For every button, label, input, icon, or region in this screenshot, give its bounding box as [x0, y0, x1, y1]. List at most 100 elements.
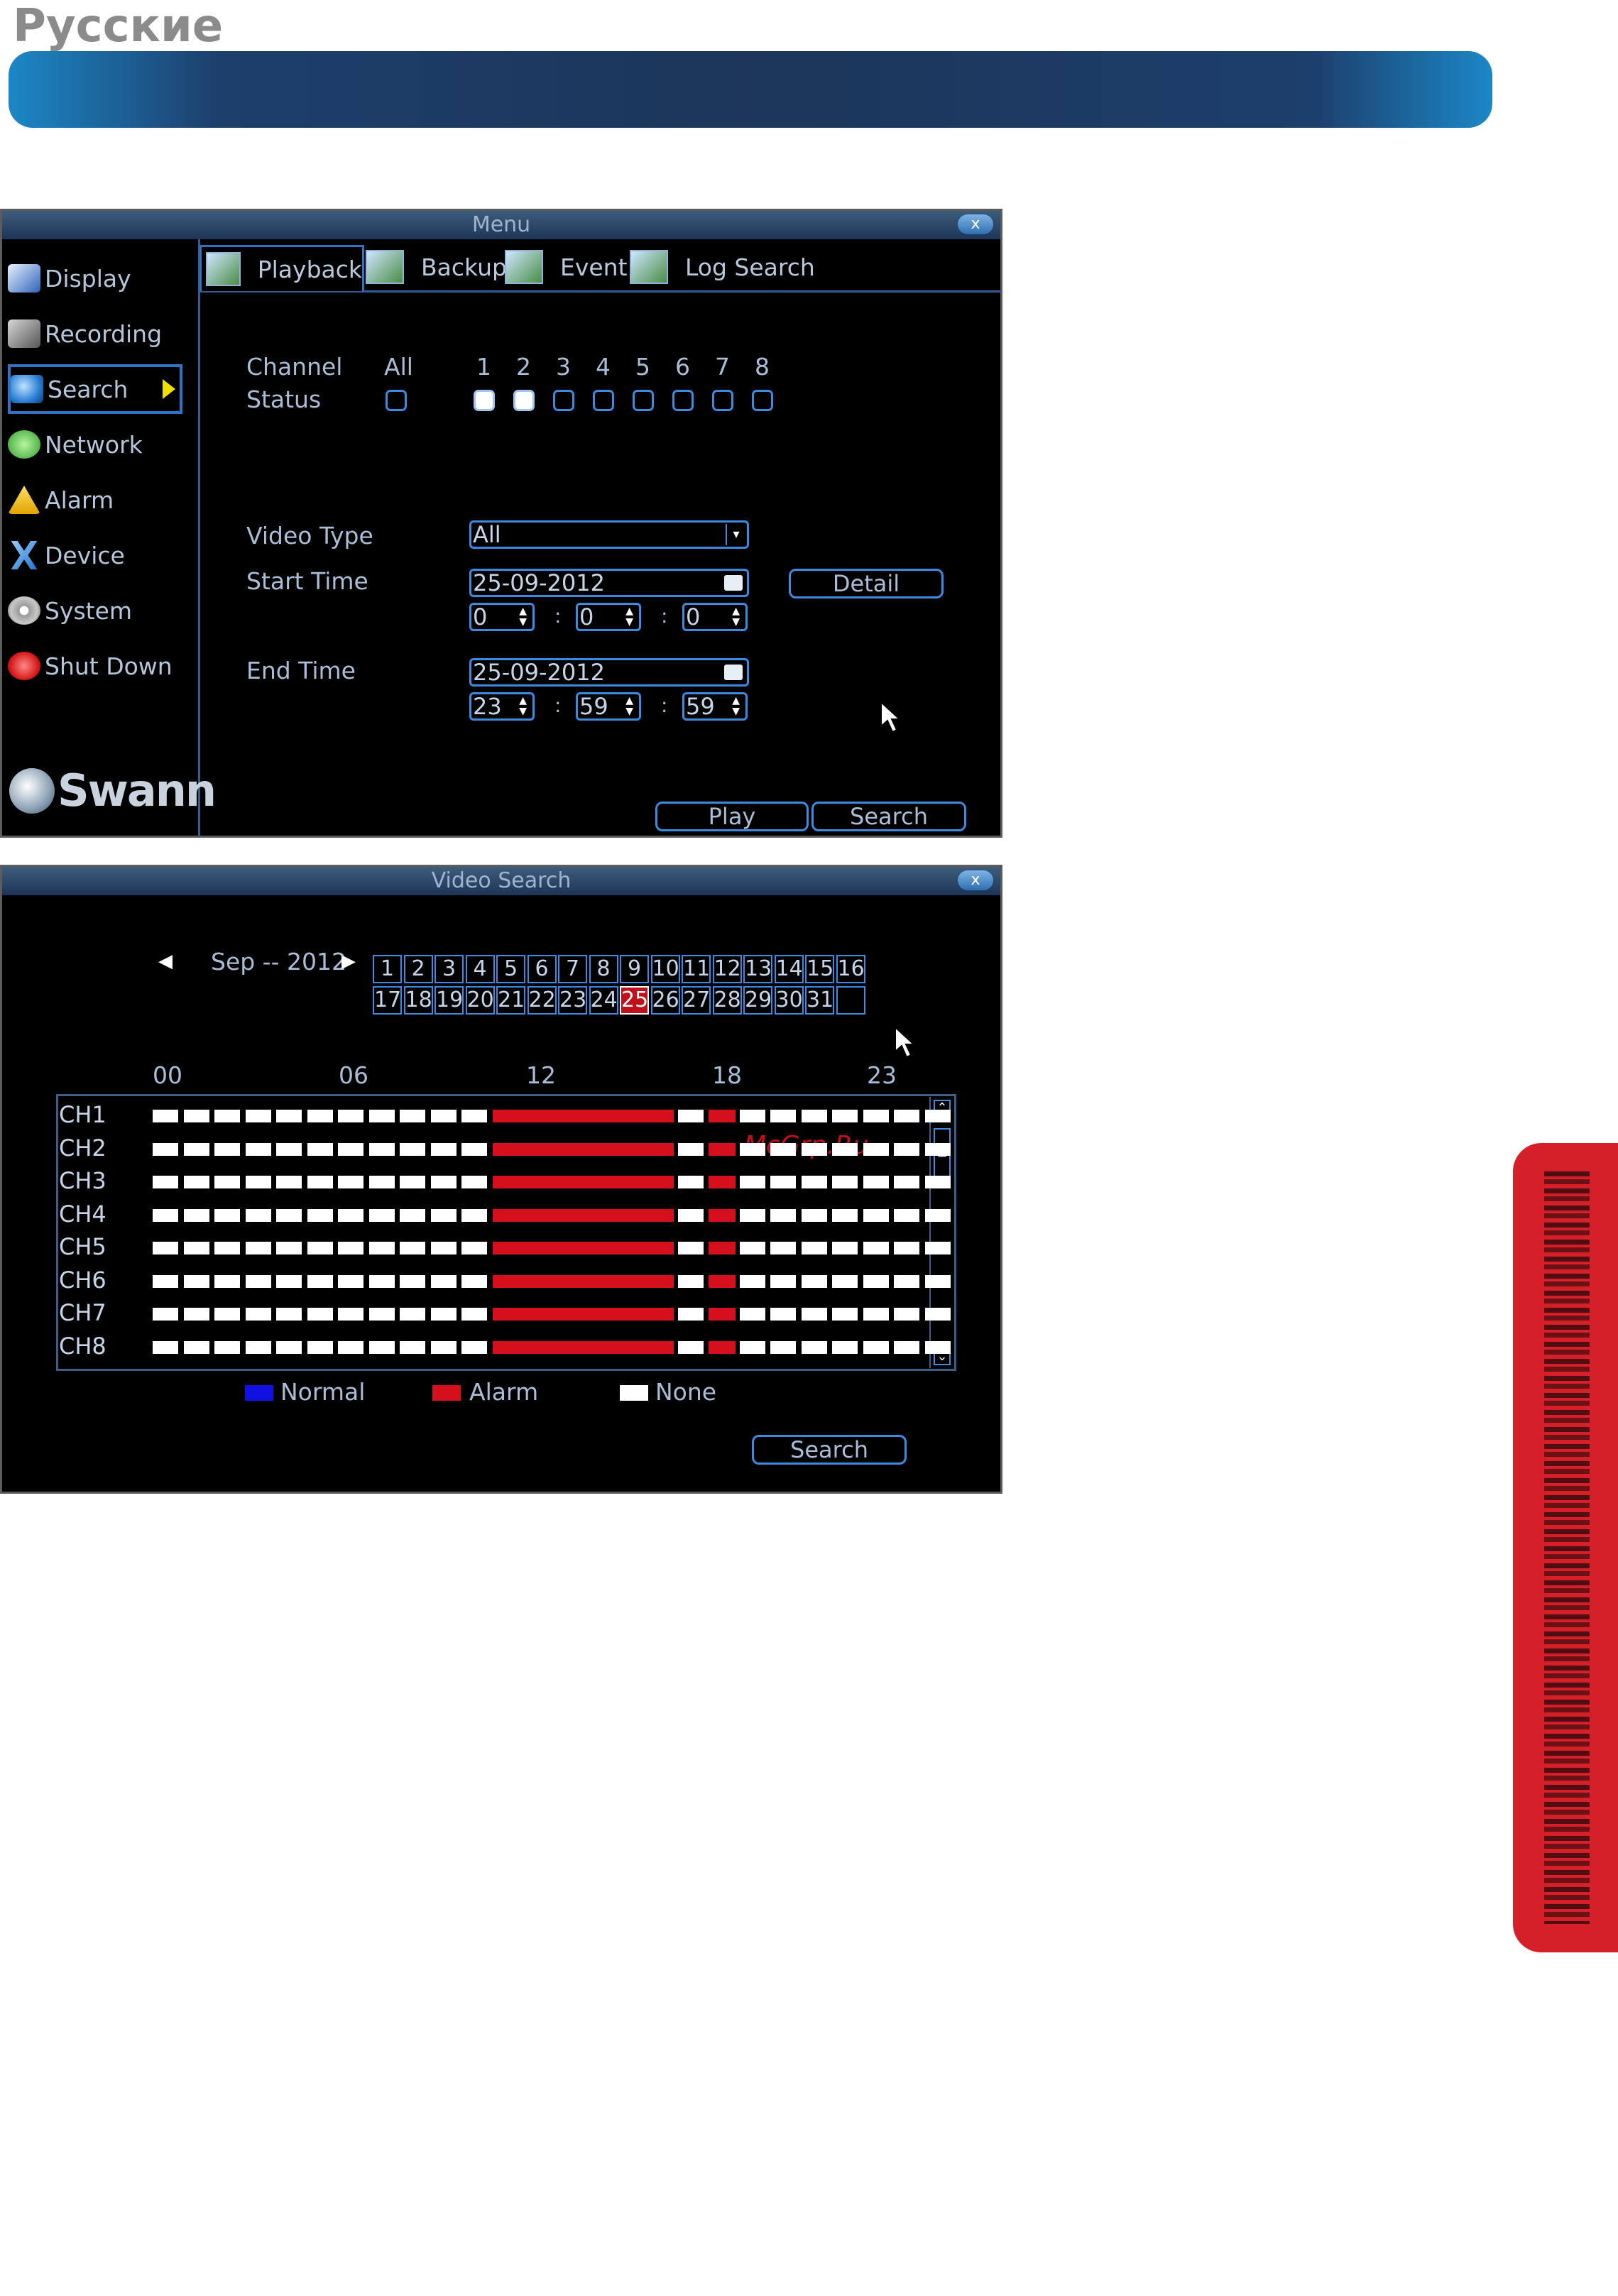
timeline-slot-none[interactable] — [245, 1208, 271, 1222]
timeline-slot-alarm[interactable] — [554, 1176, 586, 1188]
timeline-slot-none[interactable] — [461, 1340, 487, 1354]
calendar-day[interactable]: 27 — [682, 986, 711, 1015]
timeline-slot-none[interactable] — [770, 1340, 796, 1354]
timeline-slot-alarm[interactable] — [616, 1340, 647, 1354]
timeline-slot-none[interactable] — [739, 1208, 765, 1222]
calendar-day[interactable]: 11 — [682, 955, 711, 983]
calendar-day[interactable]: 31 — [805, 986, 834, 1015]
timeline-slot-none[interactable] — [801, 1340, 827, 1354]
timeline-slot-none[interactable] — [770, 1308, 796, 1321]
timeline-slot-none[interactable] — [430, 1176, 457, 1188]
stepper-arrows-icon[interactable]: ▲ ▼ — [519, 606, 527, 628]
timeline-slot-alarm[interactable] — [647, 1208, 674, 1222]
timeline-slot-none[interactable] — [770, 1176, 796, 1188]
timeline-slot-none[interactable] — [307, 1176, 333, 1188]
timeline-slot-none[interactable] — [924, 1340, 951, 1354]
timeline-slot-none[interactable] — [153, 1176, 178, 1188]
timeline-slot-none[interactable] — [894, 1242, 919, 1254]
timeline-slot-none[interactable] — [368, 1308, 395, 1321]
calendar-day[interactable]: 28 — [712, 986, 742, 1015]
timeline-slot-alarm[interactable] — [709, 1340, 736, 1354]
calendar-day[interactable]: 26 — [650, 986, 680, 1015]
timeline-slot-none[interactable] — [368, 1340, 395, 1354]
sidebar-item-search[interactable]: Search — [8, 364, 182, 414]
timeline-slot-none[interactable] — [153, 1110, 178, 1122]
channel-8-checkbox[interactable] — [752, 390, 773, 411]
tab-backup[interactable]: Backup — [366, 245, 507, 289]
timeline-slot-none[interactable] — [924, 1176, 951, 1188]
timeline-slot-none[interactable] — [832, 1340, 858, 1354]
timeline-slot-none[interactable] — [739, 1110, 765, 1122]
timeline-slot-none[interactable] — [245, 1110, 271, 1122]
timeline-slot-none[interactable] — [307, 1142, 333, 1156]
timeline-slot-none[interactable] — [924, 1110, 951, 1122]
timeline-slot-none[interactable] — [739, 1308, 765, 1321]
timeline-slot-none[interactable] — [245, 1242, 271, 1254]
calendar-day[interactable]: 10 — [650, 955, 680, 983]
timeline-slot-none[interactable] — [863, 1208, 889, 1222]
calendar-day[interactable]: 20 — [465, 986, 495, 1015]
timeline-slot-none[interactable] — [368, 1274, 395, 1288]
timeline-slot-alarm[interactable] — [523, 1176, 554, 1188]
timeline-slot-alarm[interactable] — [709, 1308, 736, 1321]
timeline-slot-alarm[interactable] — [647, 1176, 674, 1188]
start-hour-stepper[interactable]: 0 ▲ ▼ — [469, 603, 535, 631]
timeline-slot-alarm[interactable] — [523, 1274, 554, 1288]
timeline-slot-alarm[interactable] — [492, 1208, 524, 1222]
timeline-slot-alarm[interactable] — [585, 1340, 616, 1354]
timeline-slot-alarm[interactable] — [709, 1242, 736, 1254]
timeline-slot-none[interactable] — [245, 1274, 271, 1288]
timeline-slot-alarm[interactable] — [492, 1110, 524, 1122]
timeline-slot-none[interactable] — [307, 1340, 333, 1354]
timeline-slot-alarm[interactable] — [554, 1308, 586, 1321]
timeline-slot-alarm[interactable] — [647, 1110, 674, 1122]
channel-7-checkbox[interactable] — [712, 390, 733, 411]
timeline-slot-none[interactable] — [153, 1340, 178, 1354]
calendar-day[interactable]: 5 — [496, 955, 525, 983]
timeline-slot-none[interactable] — [400, 1274, 425, 1288]
timeline-slot-none[interactable] — [338, 1274, 363, 1288]
close-icon[interactable]: x — [958, 214, 993, 234]
end-minute-stepper[interactable]: 59 ▲ ▼ — [576, 692, 641, 721]
channel-5-checkbox[interactable] — [633, 390, 654, 411]
timeline-slot-none[interactable] — [368, 1142, 395, 1156]
timeline-slot-none[interactable] — [461, 1274, 487, 1288]
timeline-slot-none[interactable] — [924, 1242, 951, 1254]
timeline-slot-alarm[interactable] — [616, 1176, 647, 1188]
timeline-slot-none[interactable] — [307, 1242, 333, 1254]
timeline-slot-none[interactable] — [183, 1340, 209, 1354]
timeline-slot-alarm[interactable] — [523, 1308, 554, 1321]
timeline-slot-none[interactable] — [214, 1176, 240, 1188]
timeline-slot-none[interactable] — [832, 1176, 858, 1188]
calendar-icon[interactable] — [724, 575, 743, 591]
tab-playback[interactable]: Playback — [199, 245, 364, 291]
channel-1-checkbox[interactable] — [474, 390, 495, 411]
timeline-slot-none[interactable] — [307, 1208, 333, 1222]
timeline-slot-none[interactable] — [338, 1110, 363, 1122]
play-button[interactable]: Play — [655, 802, 809, 831]
calendar-day[interactable]: 9 — [620, 955, 649, 983]
timeline-slot-alarm[interactable] — [554, 1242, 586, 1254]
timeline-slot-none[interactable] — [677, 1110, 704, 1122]
timeline-slot-none[interactable] — [214, 1274, 240, 1288]
sidebar-item-network[interactable]: Network — [8, 420, 182, 469]
timeline-slot-none[interactable] — [338, 1308, 363, 1321]
calendar-day[interactable]: 29 — [743, 986, 772, 1015]
timeline-slot-alarm[interactable] — [492, 1274, 524, 1288]
timeline-slot-alarm[interactable] — [709, 1110, 736, 1122]
timeline-slot-none[interactable] — [894, 1142, 919, 1156]
timeline-slot-none[interactable] — [153, 1208, 178, 1222]
timeline-slot-none[interactable] — [863, 1308, 889, 1321]
timeline-slot-none[interactable] — [400, 1208, 425, 1222]
timeline-slot-none[interactable] — [245, 1308, 271, 1321]
timeline-slot-none[interactable] — [894, 1340, 919, 1354]
channel-2-checkbox[interactable] — [513, 390, 535, 411]
calendar-day[interactable]: 24 — [589, 986, 618, 1015]
timeline-slot-none[interactable] — [183, 1308, 209, 1321]
timeline-slot-alarm[interactable] — [647, 1142, 674, 1156]
timeline-slot-none[interactable] — [832, 1274, 858, 1288]
calendar-day[interactable]: 1 — [373, 955, 402, 983]
calendar-day[interactable]: 7 — [558, 955, 587, 983]
timeline-slot-none[interactable] — [430, 1208, 457, 1222]
timeline-slot-none[interactable] — [276, 1308, 302, 1321]
